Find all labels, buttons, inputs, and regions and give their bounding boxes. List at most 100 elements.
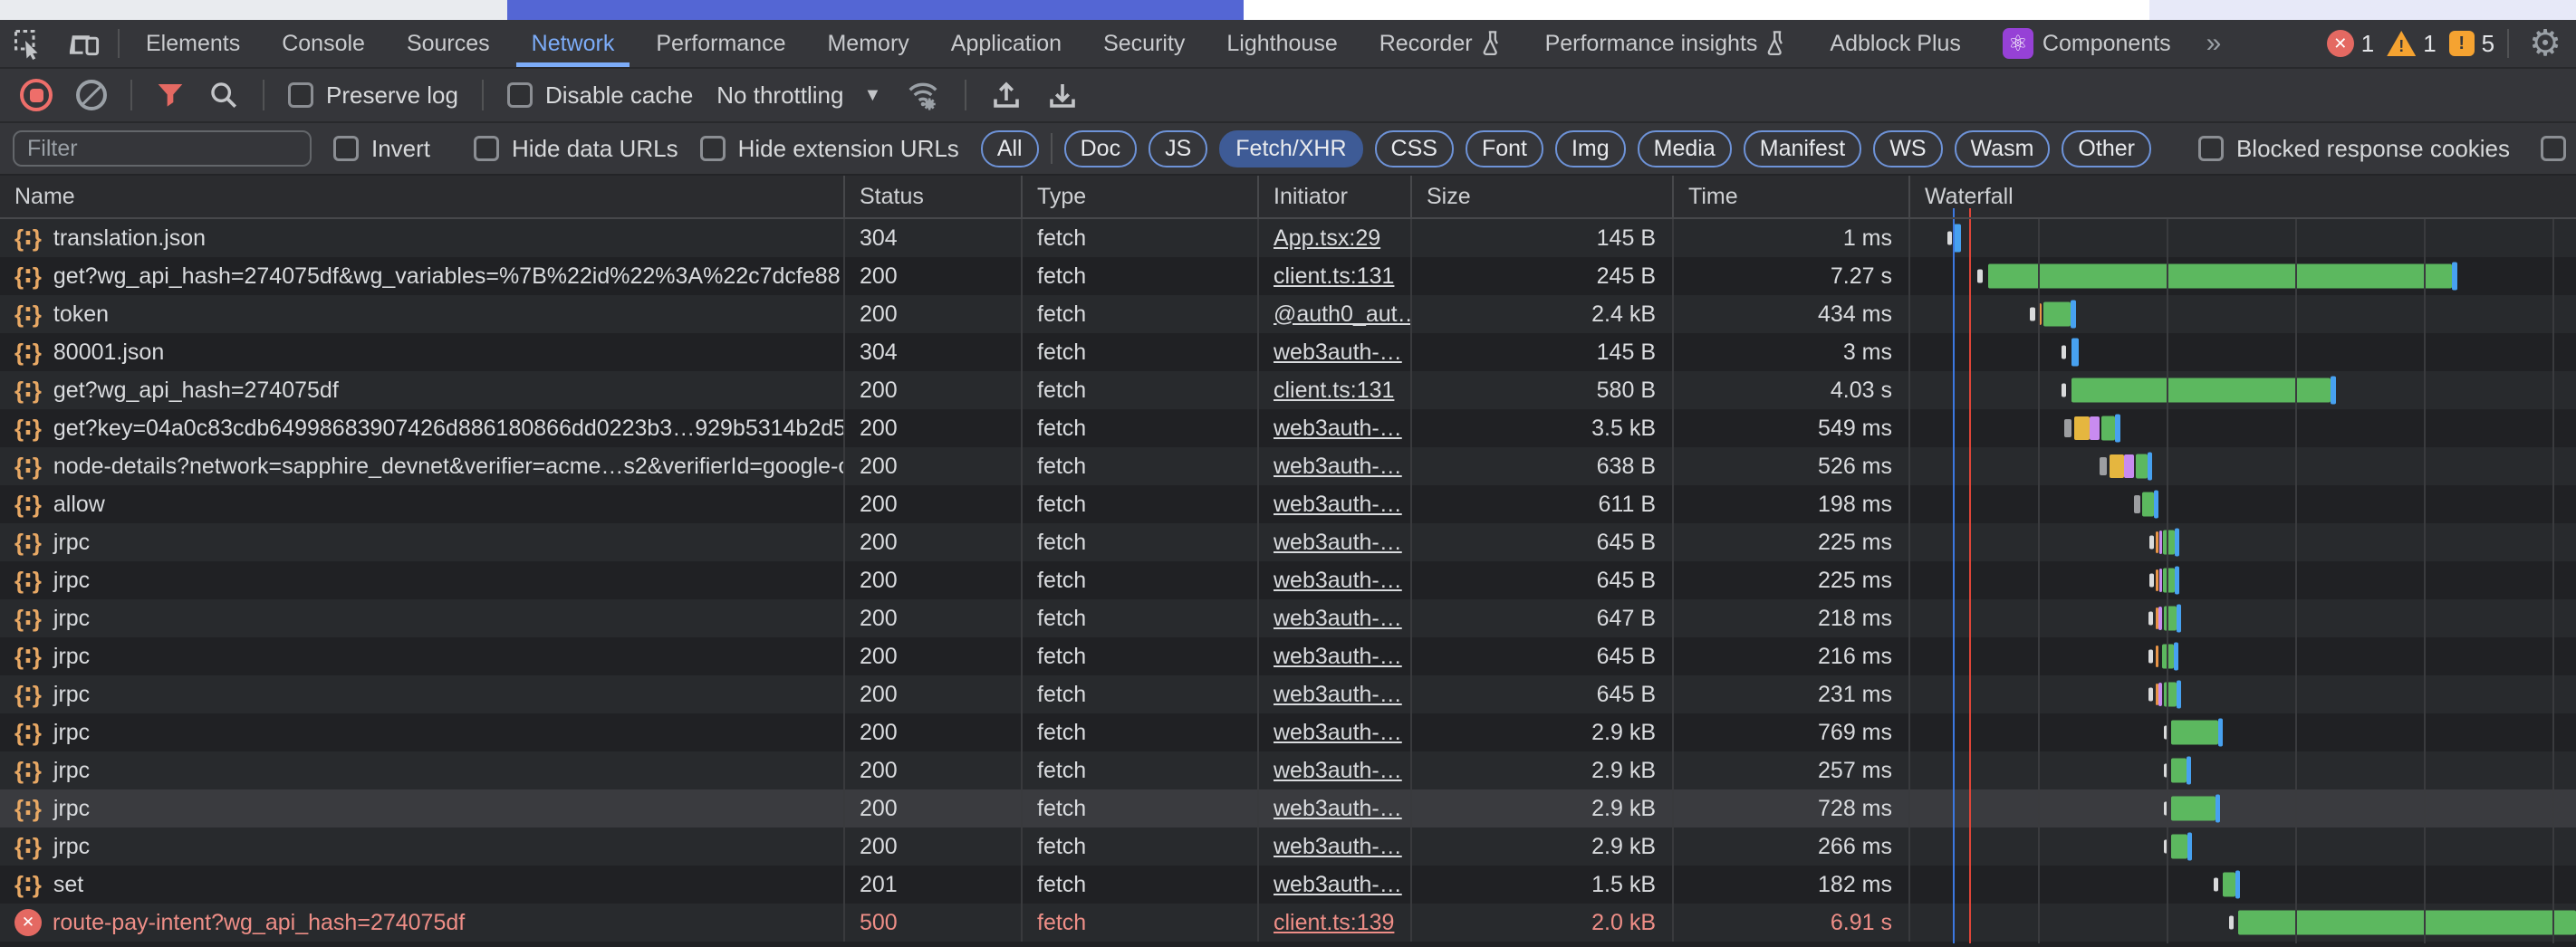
table-row[interactable]: {∶} token 200 fetch @auth0_aut… 2.4 kB 434 ms bbox=[0, 295, 2576, 333]
filter-pill-all[interactable]: All bbox=[980, 129, 1039, 167]
tab-memory[interactable]: Memory bbox=[806, 20, 929, 67]
initiator-link[interactable]: web3auth-… bbox=[1274, 644, 1402, 670]
column-header-name[interactable]: Name bbox=[0, 176, 845, 217]
table-row[interactable]: {∶} get?key=04a0c83cdb64998683907426d8861… bbox=[0, 409, 2576, 447]
type-cell: fetch bbox=[1023, 904, 1259, 942]
settings-button[interactable]: ⚙ bbox=[2514, 20, 2576, 67]
initiator-link[interactable]: web3auth-… bbox=[1274, 454, 1402, 480]
throttling-select[interactable]: No throttling ▼ bbox=[716, 81, 881, 110]
initiator-link[interactable]: @auth0_aut… bbox=[1274, 301, 1410, 328]
tab-adblock-plus[interactable]: Adblock Plus bbox=[1809, 20, 1982, 67]
table-row[interactable]: {∶} get?wg_api_hash=274075df&wg_variables… bbox=[0, 257, 2576, 295]
initiator-link[interactable]: web3auth-… bbox=[1274, 720, 1402, 746]
clear-button[interactable] bbox=[76, 80, 107, 110]
initiator-link[interactable]: web3auth-… bbox=[1274, 340, 1402, 366]
search-button[interactable] bbox=[208, 80, 239, 110]
table-row[interactable]: {∶} jrpc 200 fetch web3auth-… 645 B 216 ms bbox=[0, 637, 2576, 675]
tab-security[interactable]: Security bbox=[1082, 20, 1206, 67]
table-row[interactable]: {∶} node-details?network=sapphire_devnet&… bbox=[0, 447, 2576, 485]
table-row[interactable]: {∶} 80001.json 304 fetch web3auth-… 145 B3 ms bbox=[0, 333, 2576, 371]
badge-error[interactable]: ✕ 1 bbox=[2326, 30, 2374, 58]
tab-application[interactable]: Application bbox=[930, 20, 1082, 67]
table-row[interactable]: {∶} jrpc 200 fetch web3auth-… 2.9 kB 257 ms bbox=[0, 751, 2576, 789]
initiator-link[interactable]: web3auth-… bbox=[1274, 416, 1402, 442]
checkbox-blocked-response-cookies[interactable]: Blocked response cookies bbox=[2197, 135, 2510, 163]
initiator-link[interactable]: web3auth-… bbox=[1274, 568, 1402, 594]
initiator-link[interactable]: web3auth-… bbox=[1274, 758, 1402, 784]
initiator-link[interactable]: web3auth-… bbox=[1274, 606, 1402, 632]
initiator-link[interactable]: web3auth-… bbox=[1274, 530, 1402, 556]
export-har-button[interactable] bbox=[1046, 79, 1079, 111]
filter-pill-media[interactable]: Media bbox=[1637, 129, 1732, 167]
filter-pill-js[interactable]: JS bbox=[1149, 129, 1208, 167]
import-har-button[interactable] bbox=[990, 79, 1023, 111]
device-toolbar-button[interactable] bbox=[56, 20, 112, 67]
filter-pill-css[interactable]: CSS bbox=[1374, 129, 1454, 167]
table-row[interactable]: {∶} jrpc 200 fetch web3auth-… 2.9 kB 728 ms bbox=[0, 789, 2576, 827]
table-row[interactable]: {∶} translation.json 304 fetch App.tsx:29 145… bbox=[0, 219, 2576, 257]
tab-performance[interactable]: Performance bbox=[635, 20, 806, 67]
filter-pill-manifest[interactable]: Manifest bbox=[1743, 129, 1862, 167]
network-conditions-button[interactable] bbox=[905, 78, 941, 112]
invert-checkbox[interactable]: Invert bbox=[333, 135, 430, 163]
table-row[interactable]: {∶} get?wg_api_hash=274075df 200 fetch clien… bbox=[0, 371, 2576, 409]
table-row[interactable]: {∶} allow 200 fetch web3auth-… 611 B 198 ms bbox=[0, 485, 2576, 523]
more-tabs-button[interactable]: » bbox=[2192, 20, 2236, 67]
initiator-link[interactable]: App.tsx:29 bbox=[1274, 225, 1380, 252]
waterfall-bar-b bbox=[2071, 300, 2076, 329]
tab-elements[interactable]: Elements bbox=[125, 20, 261, 67]
hide-data-urls-checkbox[interactable]: Hide data URLs bbox=[474, 135, 678, 163]
badge-issue[interactable]: ! 5 bbox=[2448, 30, 2494, 58]
filter-pill-font[interactable]: Font bbox=[1465, 129, 1543, 167]
initiator-link[interactable]: web3auth-… bbox=[1274, 796, 1402, 822]
column-header-size[interactable]: Size bbox=[1412, 176, 1674, 217]
filter-input[interactable] bbox=[13, 130, 312, 167]
tab-console[interactable]: Console bbox=[261, 20, 386, 67]
preserve-log-checkbox[interactable]: Preserve log bbox=[288, 81, 458, 110]
table-row[interactable]: {∶} jrpc 200 fetch web3auth-… 647 B 218 ms bbox=[0, 599, 2576, 637]
initiator-link[interactable]: web3auth-… bbox=[1274, 834, 1402, 860]
filter-pill-ws[interactable]: WS bbox=[1873, 129, 1943, 167]
initiator-link[interactable]: client.ts:131 bbox=[1274, 378, 1394, 404]
initiator-link[interactable]: web3auth-… bbox=[1274, 492, 1402, 518]
table-row[interactable]: {∶} set 201 fetch web3auth-… 1.5 kB 182 ms bbox=[0, 866, 2576, 904]
tab-lighthouse[interactable]: Lighthouse bbox=[1206, 20, 1358, 67]
table-row[interactable]: ✕ route-pay-intent?wg_api_hash=274075df 50… bbox=[0, 904, 2576, 942]
filter-pill-doc[interactable]: Doc bbox=[1063, 129, 1138, 167]
checkbox-blocked-requests[interactable]: Blocked requests bbox=[2541, 135, 2576, 163]
hide-extension-urls-checkbox[interactable]: Hide extension URLs bbox=[699, 135, 959, 163]
initiator-link[interactable]: web3auth-… bbox=[1274, 682, 1402, 708]
inspect-element-button[interactable] bbox=[0, 20, 56, 67]
column-header-time[interactable]: Time bbox=[1674, 176, 1910, 217]
table-row[interactable]: {∶} jrpc 200 fetch web3auth-… 645 B 225 ms bbox=[0, 523, 2576, 561]
tab-recorder[interactable]: Recorder bbox=[1359, 20, 1524, 67]
initiator-cell: web3auth-… bbox=[1259, 866, 1412, 904]
initiator-link[interactable]: web3auth-… bbox=[1274, 872, 1402, 898]
column-header-type[interactable]: Type bbox=[1023, 176, 1259, 217]
tab-performance-insights[interactable]: Performance insights bbox=[1524, 20, 1810, 67]
filter-pill-wasm[interactable]: Wasm bbox=[1954, 129, 2051, 167]
column-header-initiator[interactable]: Initiator bbox=[1259, 176, 1412, 217]
waterfall-cell bbox=[1910, 904, 2576, 942]
filter-pill-fetch-xhr[interactable]: Fetch/XHR bbox=[1219, 129, 1363, 167]
tab-sources[interactable]: Sources bbox=[386, 20, 511, 67]
filter-pill-img[interactable]: Img bbox=[1554, 129, 1626, 167]
tab-components[interactable]: ⚛ Components bbox=[1982, 20, 2192, 67]
table-row[interactable]: {∶} jrpc 200 fetch web3auth-… 645 B 231 ms bbox=[0, 675, 2576, 713]
tab-network[interactable]: Network bbox=[511, 20, 636, 67]
initiator-link[interactable]: client.ts:139 bbox=[1274, 910, 1394, 936]
initiator-cell: web3auth-… bbox=[1259, 599, 1412, 637]
record-button[interactable] bbox=[20, 79, 53, 111]
table-row[interactable]: {∶} jrpc 200 fetch web3auth-… 645 B 225 ms bbox=[0, 561, 2576, 599]
status-cell: 200 bbox=[845, 295, 1023, 333]
throttling-value: No throttling bbox=[716, 81, 844, 109]
table-row[interactable]: {∶} jrpc 200 fetch web3auth-… 2.9 kB 769 ms bbox=[0, 713, 2576, 751]
filter-pill-other[interactable]: Other bbox=[2062, 129, 2151, 167]
column-header-status[interactable]: Status bbox=[845, 176, 1023, 217]
badge-warning[interactable]: ! 1 bbox=[2387, 30, 2437, 58]
table-row[interactable]: {∶} jrpc 200 fetch web3auth-… 2.9 kB 266 ms bbox=[0, 827, 2576, 866]
filter-toggle-button[interactable] bbox=[156, 81, 185, 110]
column-header-waterfall[interactable]: Waterfall bbox=[1910, 176, 2576, 217]
initiator-link[interactable]: client.ts:131 bbox=[1274, 263, 1394, 290]
disable-cache-checkbox[interactable]: Disable cache bbox=[506, 81, 693, 110]
